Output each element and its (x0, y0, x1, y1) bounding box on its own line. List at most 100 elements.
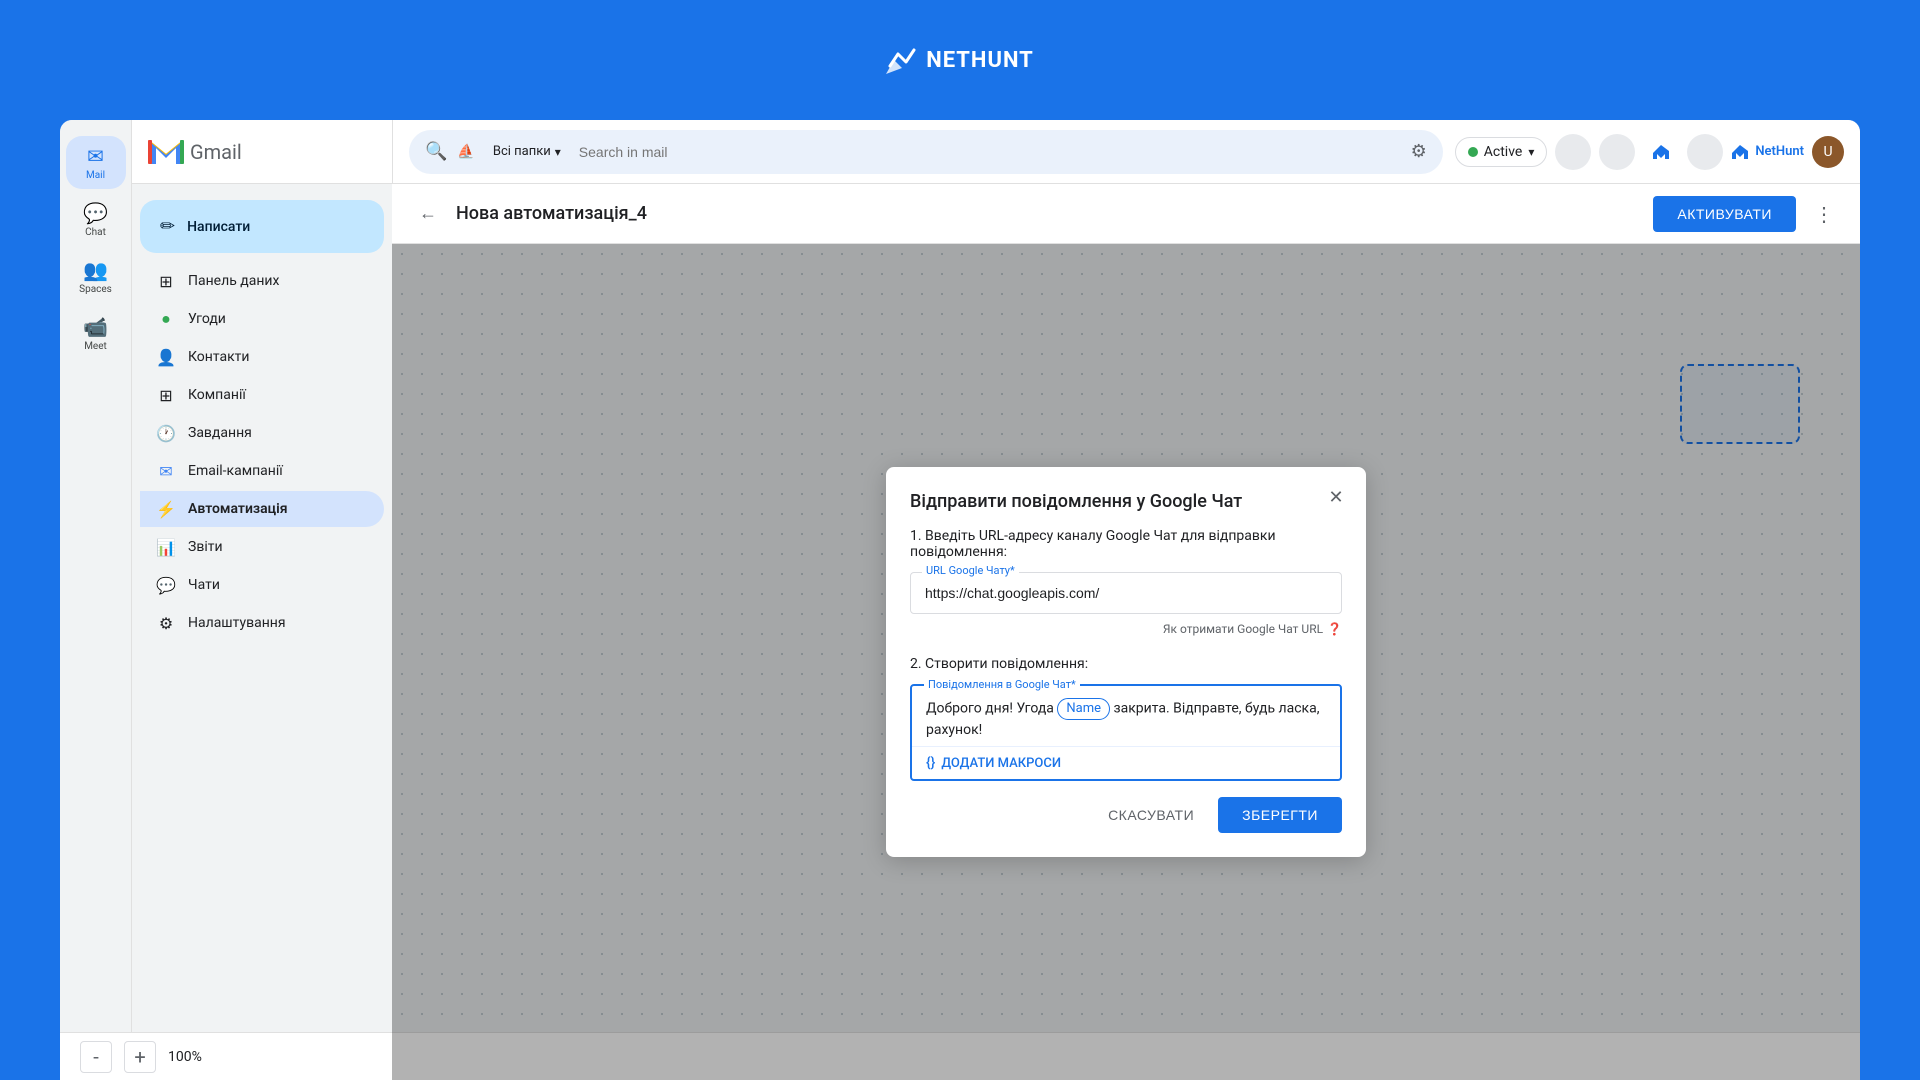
content-area: 🔍 ⛵ Всі папки ▾ ⚙ Active ▾ (392, 120, 1860, 1080)
deals-icon: ● (156, 309, 176, 329)
tasks-icon: 🕐 (156, 424, 176, 443)
search-bar[interactable]: 🔍 ⛵ Всі папки ▾ ⚙ (409, 130, 1443, 174)
mail-icon: ✉ (87, 144, 104, 168)
gmail-logo: Gmail (148, 138, 242, 166)
search-icon: 🔍 (425, 141, 447, 162)
left-nav: ✏ Написати ⊞ Панель даних ● Угоди 👤 Конт… (132, 184, 392, 657)
nethunt-filter-icon: ⛵ (457, 144, 474, 160)
compose-icon: ✏ (160, 216, 175, 237)
chat-icon: 💬 (83, 201, 108, 225)
nav-item-email-campaigns[interactable]: ✉ Email-кампанії (140, 453, 384, 489)
url-field-wrapper: URL Google Чату* (910, 572, 1342, 614)
macro-name-tag[interactable]: Name (1057, 698, 1110, 720)
nav-item-email-campaigns-label: Email-кампанії (188, 463, 283, 479)
nav-item-dashboard[interactable]: ⊞ Панель даних (140, 263, 384, 299)
status-chevron-icon: ▾ (1528, 145, 1534, 159)
folder-chevron-icon: ▾ (555, 145, 561, 159)
status-dot (1468, 147, 1478, 157)
compose-button[interactable]: ✏ Написати (140, 200, 384, 253)
modal-close-button[interactable]: ✕ (1322, 483, 1350, 511)
help-link-wrapper: Як отримати Google Чат URL ❓ (910, 622, 1342, 636)
automation-title: Нова автоматизація_4 (456, 203, 1641, 224)
nav-item-chats-label: Чати (188, 577, 220, 593)
nav-item-settings[interactable]: ⚙ Налаштування (140, 605, 384, 641)
cancel-button[interactable]: СКАСУВАТИ (1092, 797, 1210, 833)
sidebar-item-spaces[interactable]: 👥 Spaces (66, 250, 126, 303)
main-header-bar: 🔍 ⛵ Всі папки ▾ ⚙ Active ▾ (392, 120, 1860, 184)
nav-item-deals[interactable]: ● Угоди (140, 301, 384, 337)
nav-item-deals-label: Угоди (188, 311, 226, 327)
url-field-label: URL Google Чату* (922, 564, 1019, 577)
modal-actions: СКАСУВАТИ ЗБЕРЕГТИ (910, 797, 1342, 833)
compose-label: Написати (187, 219, 250, 235)
spaces-label: Spaces (79, 284, 112, 295)
modal-title: Відправити повідомлення у Google Чат (910, 491, 1342, 512)
help-link-text: Як отримати Google Чат URL (1163, 622, 1323, 636)
nethunt-header-label: NetHunt (1755, 144, 1804, 159)
canvas-area: Відправити повідомлення у Google Чат ✕ 1… (392, 244, 1860, 1080)
nav-item-reports[interactable]: 📊 Звіти (140, 529, 384, 565)
nethunt-nav-icon[interactable] (1643, 134, 1679, 170)
nav-item-chats[interactable]: 💬 Чати (140, 567, 384, 603)
help-link-icon: ❓ (1327, 622, 1342, 636)
circle-btn-1[interactable] (1555, 134, 1591, 170)
add-macro-label: ДОДАТИ МАКРОСИ (941, 756, 1061, 771)
left-panel: Gmail ✏ Написати ⊞ Панель даних ● Угоди … (132, 120, 392, 1080)
avatar[interactable]: U (1812, 136, 1844, 168)
circle-btn-3[interactable] (1687, 134, 1723, 170)
more-options-button[interactable]: ⋮ (1808, 198, 1840, 230)
macro-brace-icon: {} (926, 755, 935, 771)
top-bar: NETHUNT (0, 0, 1920, 120)
nethunt-header-logo[interactable]: NetHunt (1731, 144, 1804, 160)
dashboard-icon: ⊞ (156, 272, 176, 291)
activate-button[interactable]: АКТИВУВАТИ (1653, 196, 1796, 232)
sidebar-icons: ✉ Mail 💬 Chat 👥 Spaces 📹 Meet (60, 120, 132, 1080)
step2-label: 2. Створити повідомлення: (910, 656, 1342, 672)
save-button[interactable]: ЗБЕРЕГТИ (1218, 797, 1342, 833)
circle-btn-2[interactable] (1599, 134, 1635, 170)
reports-icon: 📊 (156, 538, 176, 557)
modal-dialog: Відправити повідомлення у Google Чат ✕ 1… (886, 467, 1366, 857)
meet-label: Meet (84, 341, 107, 352)
nav-item-reports-label: Звіти (188, 539, 223, 555)
nav-item-companies[interactable]: ⊞ Компанії (140, 377, 384, 413)
message-field-label: Повідомлення в Google Чат* (924, 678, 1080, 691)
nav-item-tasks[interactable]: 🕐 Завдання (140, 415, 384, 451)
nav-item-automation-label: Автоматизація (188, 501, 288, 517)
nav-item-dashboard-label: Панель даних (188, 273, 279, 289)
nav-item-tasks-label: Завдання (188, 425, 252, 441)
meet-icon: 📹 (83, 315, 108, 339)
folder-selector[interactable]: Всі папки ▾ (485, 140, 569, 163)
nav-item-automation[interactable]: ⚡ Автоматизація (140, 491, 384, 527)
header-right: Active ▾ NetHunt U (1455, 134, 1844, 170)
status-label: Active (1484, 144, 1523, 160)
nav-item-settings-label: Налаштування (188, 615, 286, 631)
chats-icon: 💬 (156, 576, 176, 595)
url-input[interactable] (910, 572, 1342, 614)
nav-item-contacts-label: Контакти (188, 349, 250, 365)
gmail-header: Gmail (132, 120, 392, 184)
nav-item-contacts[interactable]: 👤 Контакти (140, 339, 384, 375)
filter-icon[interactable]: ⚙ (1411, 141, 1427, 162)
sidebar-item-chat[interactable]: 💬 Chat (66, 193, 126, 246)
message-content[interactable]: Доброго дня! Угода Name закрита. Відправ… (912, 686, 1340, 746)
sidebar-item-meet[interactable]: 📹 Meet (66, 307, 126, 360)
mail-label: Mail (86, 170, 105, 181)
modal-overlay: Відправити повідомлення у Google Чат ✕ 1… (392, 244, 1860, 1080)
message-prefix: Доброго дня! Угода (926, 701, 1057, 717)
nethunt-top-label: NETHUNT (926, 48, 1034, 73)
message-textarea-wrapper: Повідомлення в Google Чат* Доброго дня! … (910, 684, 1342, 781)
back-button[interactable]: ← (412, 198, 444, 230)
step1-label: 1. Введіть URL-адресу каналу Google Чат … (910, 528, 1342, 560)
add-macro-button[interactable]: {} ДОДАТИ МАКРОСИ (912, 746, 1340, 779)
gmail-text: Gmail (190, 140, 242, 164)
main-container: ✉ Mail 💬 Chat 👥 Spaces 📹 Meet (60, 120, 1860, 1080)
search-input[interactable] (579, 144, 1401, 160)
status-badge[interactable]: Active ▾ (1455, 137, 1548, 167)
folder-label: Всі папки (493, 144, 551, 159)
email-campaigns-icon: ✉ (156, 462, 176, 481)
sidebar-item-mail[interactable]: ✉ Mail (66, 136, 126, 189)
companies-icon: ⊞ (156, 386, 176, 405)
settings-icon: ⚙ (156, 614, 176, 633)
chat-label: Chat (85, 227, 106, 238)
